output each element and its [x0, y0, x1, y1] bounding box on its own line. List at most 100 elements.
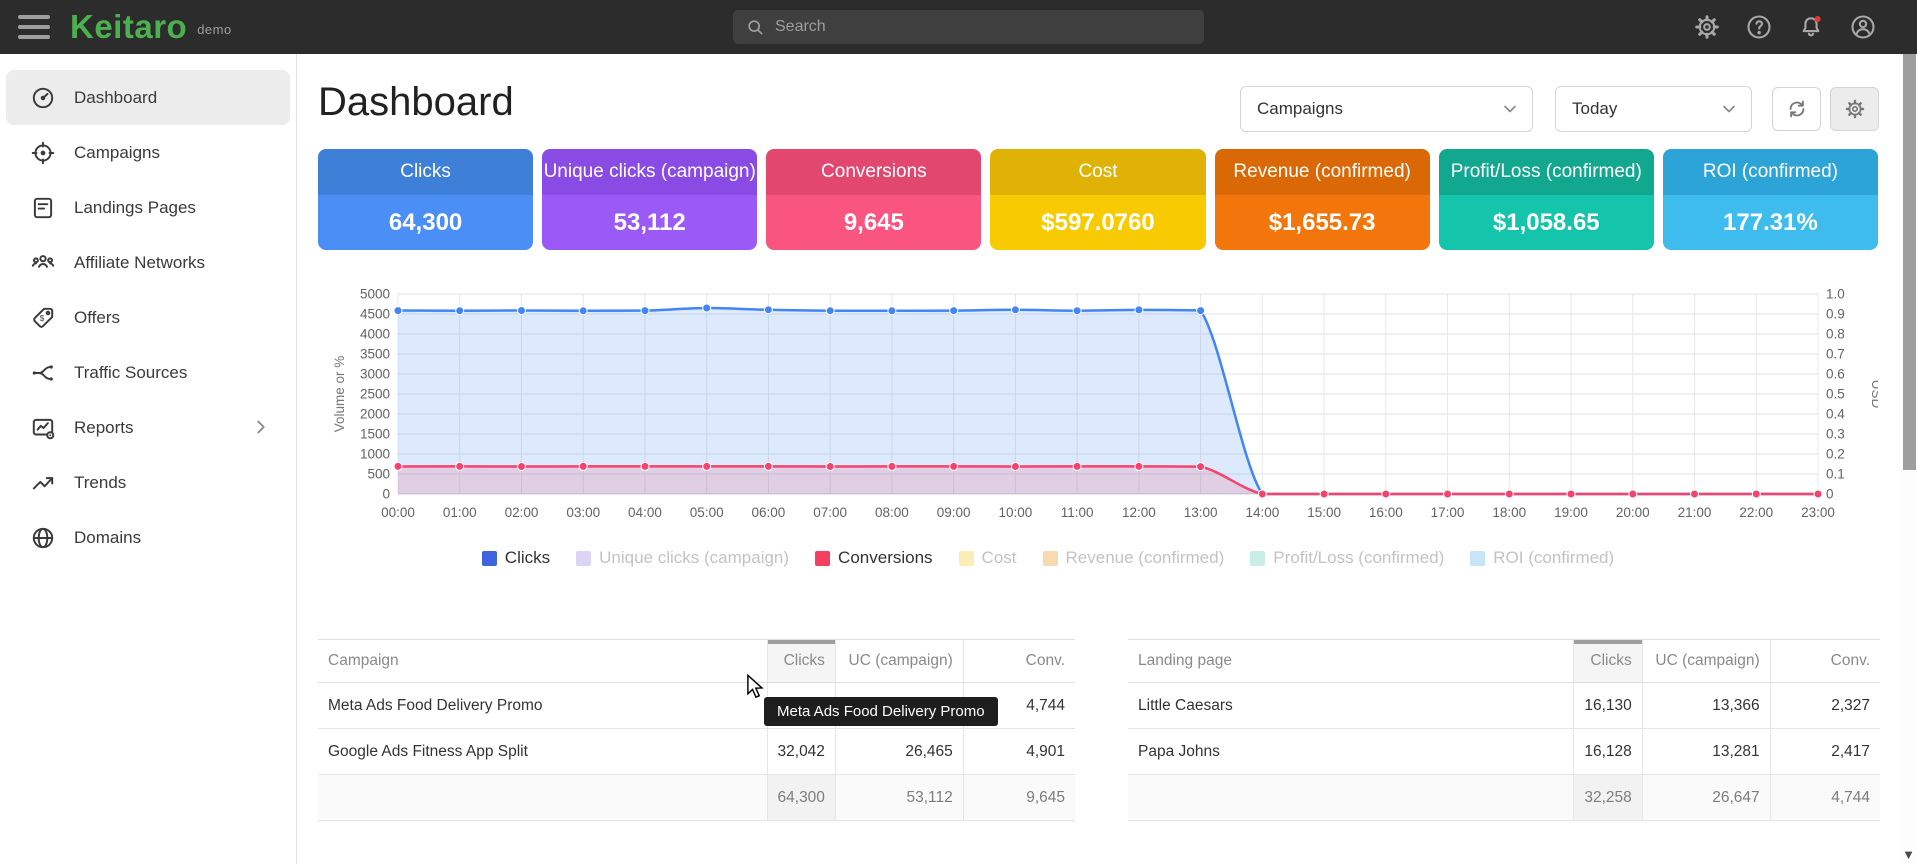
legend-item-clicks[interactable]: Clicks: [482, 548, 550, 568]
totals-uc: 53,112: [835, 775, 963, 821]
svg-text:4000: 4000: [360, 327, 390, 342]
document-icon: [30, 195, 56, 221]
scroll-down-arrow-icon[interactable]: ▼: [1902, 847, 1915, 862]
trending-up-icon: [30, 470, 56, 496]
sidebar-item-domains[interactable]: Domains: [6, 510, 290, 565]
svg-text:0.8: 0.8: [1826, 327, 1845, 342]
app-logo[interactable]: Keitarodemo: [70, 8, 232, 46]
svg-text:0.5: 0.5: [1826, 387, 1845, 402]
totals-clicks: 64,300: [767, 775, 835, 821]
sidebar-item-offers[interactable]: $ Offers: [6, 290, 290, 345]
campaign-name[interactable]: Google Ads Fitness App Split: [318, 729, 767, 775]
campaigns-filter-value: Campaigns: [1257, 99, 1343, 119]
legend-item-conversions[interactable]: Conversions: [815, 548, 933, 568]
svg-text:04:00: 04:00: [628, 505, 662, 520]
legend-swatch: [1250, 551, 1265, 566]
legend-item-cost[interactable]: Cost: [959, 548, 1017, 568]
stat-card-label: Profit/Loss (confirmed): [1439, 149, 1654, 195]
sidebar: Dashboard Campaigns Landings Pages Affil…: [0, 54, 297, 864]
legend-item-unique-clicks[interactable]: Unique clicks (campaign): [576, 548, 789, 568]
totals-uc: 26,647: [1642, 775, 1770, 821]
sidebar-item-campaigns[interactable]: Campaigns: [6, 125, 290, 180]
sidebar-item-affiliate-networks[interactable]: Affiliate Networks: [6, 235, 290, 290]
sidebar-label: Traffic Sources: [74, 363, 187, 383]
col-header-clicks-sorted[interactable]: Clicks: [767, 640, 835, 683]
svg-text:10:00: 10:00: [998, 505, 1032, 520]
stat-card-label: Conversions: [766, 149, 981, 195]
scrollbar-thumb[interactable]: [1903, 54, 1916, 470]
topbar: Keitarodemo: [0, 0, 1917, 54]
page-scrollbar[interactable]: ▼: [1902, 54, 1917, 864]
col-header-landing-page[interactable]: Landing page: [1128, 640, 1574, 683]
svg-text:$: $: [40, 313, 45, 322]
user-account-icon[interactable]: [1849, 13, 1877, 41]
settings-icon[interactable]: [1693, 13, 1721, 41]
stat-card-profit-loss: Profit/Loss (confirmed)$1,058.65: [1439, 149, 1654, 250]
col-header-conv[interactable]: Conv.: [963, 640, 1075, 683]
dashboard-settings-button[interactable]: [1830, 87, 1879, 131]
totals-row: 32,258 26,647 4,744: [1128, 775, 1880, 821]
legend-item-revenue[interactable]: Revenue (confirmed): [1043, 548, 1225, 568]
landing-page-name[interactable]: Papa Johns: [1128, 729, 1574, 775]
svg-text:2000: 2000: [360, 407, 390, 422]
date-range-select[interactable]: Today: [1555, 86, 1752, 132]
col-header-uc[interactable]: UC (campaign): [835, 640, 963, 683]
cell-uc: 26,465: [835, 729, 963, 775]
stat-card-value: 177.31%: [1663, 195, 1878, 250]
sidebar-item-landings-pages[interactable]: Landings Pages: [6, 180, 290, 235]
col-header-clicks-sorted[interactable]: Clicks: [1574, 640, 1642, 683]
svg-text:07:00: 07:00: [813, 505, 847, 520]
stat-card-value: $1,655.73: [1215, 195, 1430, 250]
svg-text:3000: 3000: [360, 367, 390, 382]
sidebar-label: Dashboard: [74, 88, 157, 108]
stat-card-value: 64,300: [318, 195, 533, 250]
landing-page-name[interactable]: Little Caesars: [1128, 683, 1574, 729]
totals-row: 64,300 53,112 9,645: [318, 775, 1075, 821]
legend-swatch: [1470, 551, 1485, 566]
stat-card-clicks: Clicks64,300: [318, 149, 533, 250]
svg-text:22:00: 22:00: [1739, 505, 1773, 520]
chevron-down-icon: [1500, 99, 1520, 119]
sidebar-item-trends[interactable]: Trends: [6, 455, 290, 510]
notifications-bell-icon[interactable]: [1797, 13, 1825, 41]
sidebar-label: Campaigns: [74, 143, 160, 163]
campaigns-filter-select[interactable]: Campaigns: [1240, 86, 1533, 132]
sidebar-label: Affiliate Networks: [74, 253, 205, 273]
col-header-conv[interactable]: Conv.: [1770, 640, 1880, 683]
svg-text:08:00: 08:00: [875, 505, 909, 520]
svg-text:20:00: 20:00: [1616, 505, 1650, 520]
global-search[interactable]: [733, 10, 1204, 44]
col-header-campaign[interactable]: Campaign: [318, 640, 767, 683]
campaign-name[interactable]: Meta Ads Food Delivery Promo: [318, 683, 767, 729]
svg-text:13:00: 13:00: [1184, 505, 1218, 520]
totals-conv: 9,645: [963, 775, 1075, 821]
svg-text:1000: 1000: [360, 447, 390, 462]
svg-text:0: 0: [382, 487, 390, 502]
menu-toggle-icon[interactable]: [18, 15, 50, 39]
help-icon[interactable]: [1745, 13, 1773, 41]
legend-item-profit-loss[interactable]: Profit/Loss (confirmed): [1250, 548, 1444, 568]
totals-spacer: [318, 775, 767, 821]
date-range-value: Today: [1572, 99, 1617, 119]
search-icon: [745, 17, 765, 37]
sidebar-item-dashboard[interactable]: Dashboard: [6, 70, 290, 125]
table-row[interactable]: Papa Johns 16,128 13,281 2,417: [1128, 729, 1880, 775]
logo-text: Keitaro: [70, 8, 187, 45]
search-input[interactable]: [775, 18, 1192, 36]
stat-card-label: ROI (confirmed): [1663, 149, 1878, 195]
sidebar-label: Trends: [74, 473, 126, 493]
svg-text:Volume or %: Volume or %: [332, 356, 347, 433]
landing-pages-table: Landing page Clicks UC (campaign) Conv. …: [1128, 639, 1880, 821]
col-header-uc[interactable]: UC (campaign): [1642, 640, 1770, 683]
stat-card-value: $597.0760: [990, 195, 1205, 250]
legend-item-roi[interactable]: ROI (confirmed): [1470, 548, 1614, 568]
refresh-button[interactable]: [1772, 87, 1821, 131]
stat-card-label: Revenue (confirmed): [1215, 149, 1430, 195]
sidebar-item-traffic-sources[interactable]: Traffic Sources: [6, 345, 290, 400]
dashboard-gauge-icon: [30, 85, 56, 111]
table-row[interactable]: Google Ads Fitness App Split 32,042 26,4…: [318, 729, 1075, 775]
table-row[interactable]: Little Caesars 16,130 13,366 2,327: [1128, 683, 1880, 729]
traffic-split-icon: [30, 360, 56, 386]
sidebar-item-reports[interactable]: Reports: [6, 400, 290, 455]
target-icon: [30, 140, 56, 166]
